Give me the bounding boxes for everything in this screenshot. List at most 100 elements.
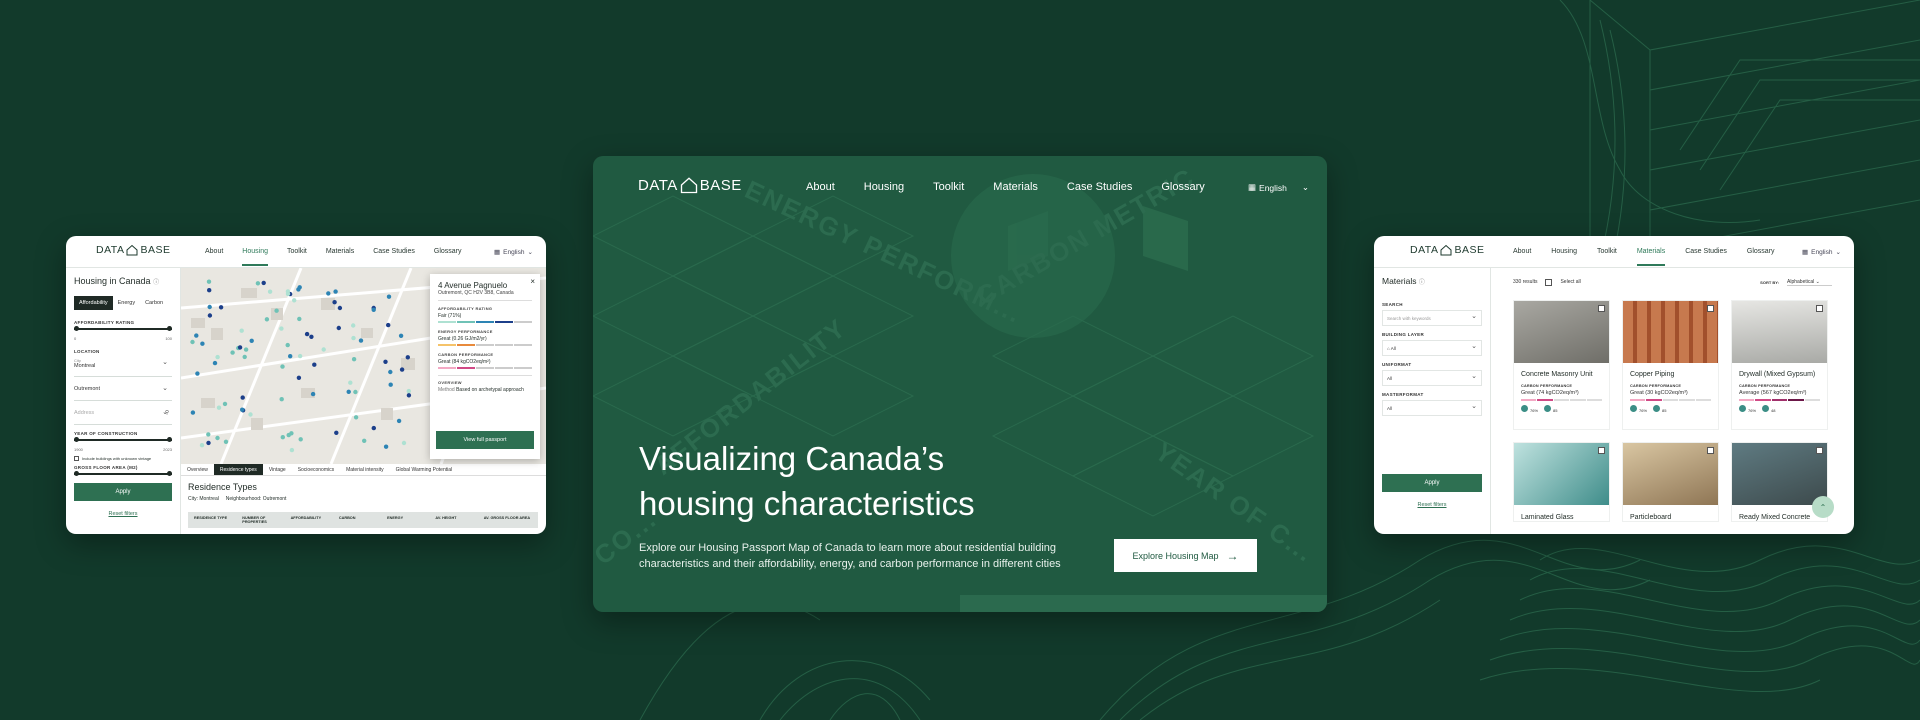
nav-materials[interactable]: Materials xyxy=(326,248,354,255)
property-dot[interactable] xyxy=(223,439,229,444)
property-dot[interactable] xyxy=(298,437,303,442)
property-dot[interactable] xyxy=(332,300,337,305)
property-dot[interactable] xyxy=(190,410,196,415)
property-dot[interactable] xyxy=(333,289,338,294)
property-dot[interactable] xyxy=(279,397,284,402)
property-dot[interactable] xyxy=(215,354,220,360)
property-dot[interactable] xyxy=(386,322,391,328)
nav-materials[interactable]: Materials xyxy=(1636,248,1666,266)
property-dot[interactable] xyxy=(206,432,211,437)
product-checkbox[interactable] xyxy=(1598,447,1605,454)
property-dot[interactable] xyxy=(296,287,301,292)
property-dot[interactable] xyxy=(200,341,205,346)
property-dot[interactable] xyxy=(207,304,212,310)
logo[interactable]: DATA BASE xyxy=(96,244,170,256)
property-dot[interactable] xyxy=(289,447,295,453)
nav-about[interactable]: About xyxy=(1513,248,1531,255)
property-dot[interactable] xyxy=(321,347,326,352)
city-select[interactable]: City Montreal xyxy=(74,357,172,377)
neighbourhood-select[interactable]: Outremont xyxy=(74,383,172,401)
slider-handle-max[interactable] xyxy=(167,326,172,331)
property-dot[interactable] xyxy=(274,308,279,313)
tab-affordability[interactable]: Affordability xyxy=(74,296,113,310)
property-dot[interactable] xyxy=(206,440,211,446)
product-checkbox[interactable] xyxy=(1707,447,1714,454)
search-input[interactable]: Search with keywords xyxy=(1382,310,1482,326)
property-dot[interactable] xyxy=(398,333,404,338)
property-dot[interactable] xyxy=(190,339,195,345)
nav-toolkit[interactable]: Toolkit xyxy=(933,181,964,193)
product-checkbox[interactable] xyxy=(1598,305,1605,312)
property-dot[interactable] xyxy=(386,294,392,299)
property-dot[interactable] xyxy=(230,350,235,355)
property-dot[interactable] xyxy=(371,425,376,431)
uniformat-select[interactable]: All xyxy=(1382,370,1482,386)
tab-material-intensity[interactable]: Material intensity xyxy=(340,464,390,475)
property-dot[interactable] xyxy=(405,355,410,360)
property-dot[interactable] xyxy=(240,395,245,400)
col-energy[interactable]: ENERGY xyxy=(387,516,435,524)
nav-toolkit[interactable]: Toolkit xyxy=(1597,248,1617,255)
property-dot[interactable] xyxy=(199,443,205,448)
apply-button[interactable]: Apply xyxy=(1382,474,1482,492)
property-dot[interactable] xyxy=(243,347,249,352)
property-dot[interactable] xyxy=(240,407,245,412)
property-dot[interactable] xyxy=(383,359,388,364)
layer-select[interactable]: ⌂ All xyxy=(1382,340,1482,356)
property-dot[interactable] xyxy=(280,435,285,440)
property-dot[interactable] xyxy=(285,289,291,294)
nav-housing[interactable]: Housing xyxy=(1551,248,1577,255)
property-dot[interactable] xyxy=(310,391,316,397)
property-dot[interactable] xyxy=(326,291,331,296)
property-dot[interactable] xyxy=(218,305,224,310)
property-dot[interactable] xyxy=(297,353,303,359)
tab-overview[interactable]: Overview xyxy=(181,464,214,475)
property-dot[interactable] xyxy=(237,345,243,350)
nav-case-studies[interactable]: Case Studies xyxy=(1685,248,1727,255)
property-dot[interactable] xyxy=(351,357,357,362)
select-all-checkbox[interactable] xyxy=(1545,278,1553,286)
col-affordability[interactable]: AFFORDABILITY xyxy=(291,516,339,524)
property-dot[interactable] xyxy=(279,326,284,331)
gfa-slider[interactable] xyxy=(74,471,172,476)
property-dot[interactable] xyxy=(351,323,356,328)
property-dot[interactable] xyxy=(346,389,351,394)
nav-case-studies[interactable]: Case Studies xyxy=(1067,181,1132,193)
unknown-vintage-option[interactable]: Include buildings with unknown vintage xyxy=(74,456,172,461)
property-dot[interactable] xyxy=(348,380,353,385)
property-dot[interactable] xyxy=(406,388,411,394)
product-card[interactable]: Laminated Glass xyxy=(1513,442,1610,522)
masterformat-select[interactable]: All xyxy=(1382,400,1482,416)
logo[interactable]: DATA BASE xyxy=(638,176,742,194)
explore-map-button[interactable]: Explore Housing Map → xyxy=(1114,539,1257,572)
product-checkbox[interactable] xyxy=(1816,305,1823,312)
property-dot[interactable] xyxy=(212,360,218,366)
tab-gwp[interactable]: Global Warming Potential xyxy=(390,464,459,475)
property-dot[interactable] xyxy=(383,444,389,449)
nav-case-studies[interactable]: Case Studies xyxy=(373,248,415,255)
property-dot[interactable] xyxy=(194,333,199,338)
product-card[interactable]: Particleboard xyxy=(1622,442,1719,522)
product-checkbox[interactable] xyxy=(1816,447,1823,454)
property-dot[interactable] xyxy=(207,313,213,318)
nav-about[interactable]: About xyxy=(205,248,223,255)
property-dot[interactable] xyxy=(248,412,253,417)
col-height[interactable]: AV. HEIGHT xyxy=(435,516,483,524)
reset-filters-link[interactable]: Reset filters xyxy=(1382,502,1482,508)
slider-handle-min[interactable] xyxy=(74,471,79,476)
property-dot[interactable] xyxy=(353,389,358,395)
product-card[interactable]: Drywall (Mixed Gypsum) CARBON PERFORMANC… xyxy=(1731,300,1828,430)
tab-vintage[interactable]: Vintage xyxy=(263,464,292,475)
property-dot[interactable] xyxy=(336,325,341,331)
property-dot[interactable] xyxy=(222,401,228,407)
property-dot[interactable] xyxy=(292,298,297,303)
property-dot[interactable] xyxy=(239,328,244,333)
property-dot[interactable] xyxy=(286,432,291,438)
nav-about[interactable]: About xyxy=(806,181,835,193)
col-residence-type[interactable]: RESIDENCE TYPE xyxy=(194,516,242,524)
property-dot[interactable] xyxy=(242,354,247,360)
language-select[interactable]: ▦ English ⌄ xyxy=(1802,248,1841,257)
property-dot[interactable] xyxy=(267,289,273,294)
slider-handle-max[interactable] xyxy=(167,437,172,442)
nav-housing[interactable]: Housing xyxy=(242,248,268,266)
